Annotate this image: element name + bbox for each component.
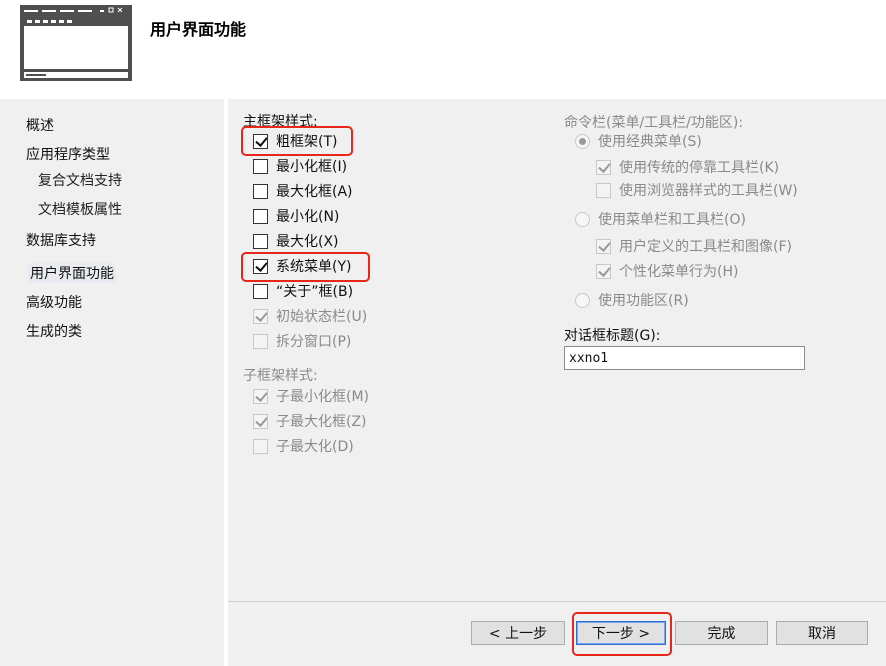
- dialog-title-label: 对话框标题(G):: [564, 328, 661, 344]
- window-app-icon: [20, 5, 132, 81]
- checkbox-label: 最大化(X): [276, 234, 339, 250]
- maximize-box-checkbox[interactable]: 最大化框(A): [253, 182, 353, 200]
- checkbox-label: 拆分窗口(P): [276, 334, 352, 350]
- checkbox-box: [253, 413, 268, 429]
- checkbox-box: [596, 159, 611, 175]
- maximized-checkbox[interactable]: 最大化(X): [253, 232, 339, 250]
- checkbox-box: [596, 182, 611, 198]
- radio-label: 使用功能区(R): [598, 293, 689, 309]
- initial-status-bar-checkbox: 初始状态栏(U): [253, 307, 367, 325]
- radio-label: 使用菜单栏和工具栏(O): [598, 212, 746, 228]
- finish-button[interactable]: 完成: [675, 621, 768, 645]
- checkbox-label: 最大化框(A): [276, 184, 353, 200]
- user-toolbar-images-checkbox: 用户定义的工具栏和图像(F): [596, 237, 792, 255]
- checkbox-label: 用户定义的工具栏和图像(F): [619, 239, 792, 255]
- split-window-checkbox: 拆分窗口(P): [253, 332, 351, 350]
- radio-label: 使用经典菜单(S): [598, 134, 702, 150]
- checkbox-label: 子最大化(D): [276, 439, 354, 455]
- child-maximized-checkbox: 子最大化(D): [253, 437, 354, 455]
- wizard-header: 用户界面功能: [0, 0, 886, 99]
- sidebar-item-doc-template[interactable]: 文档模板属性: [38, 199, 122, 219]
- back-button[interactable]: < 上一步: [471, 621, 565, 645]
- page-title: 用户界面功能: [150, 20, 247, 39]
- checkbox-label: 子最大化框(Z): [276, 414, 367, 430]
- ribbon-radio: 使用功能区(R): [575, 291, 689, 309]
- checkbox-box[interactable]: [253, 283, 268, 299]
- highlight-system-menu: [241, 252, 370, 282]
- command-bar-group-label: 命令栏(菜单/工具栏/功能区):: [564, 115, 744, 131]
- checkbox-label: 初始状态栏(U): [276, 309, 368, 325]
- radio-button: [575, 133, 590, 149]
- sidebar-item-compound-doc[interactable]: 复合文档支持: [38, 170, 122, 190]
- minimized-checkbox[interactable]: 最小化(N): [253, 207, 339, 225]
- sidebar-item-database[interactable]: 数据库支持: [26, 230, 96, 250]
- checkbox-label: 使用传统的停靠工具栏(K): [619, 160, 780, 176]
- checkbox-label: 最小化(N): [276, 209, 340, 225]
- child-minimize-box-checkbox: 子最小化框(M): [253, 387, 369, 405]
- checkbox-box: [253, 333, 268, 349]
- radio-button: [575, 211, 590, 227]
- minimize-box-checkbox[interactable]: 最小化框(I): [253, 157, 347, 175]
- menubar-toolbar-radio: 使用菜单栏和工具栏(O): [575, 210, 746, 228]
- checkbox-label: 最小化框(I): [276, 159, 348, 175]
- checkbox-box: [253, 388, 268, 404]
- checkbox-box[interactable]: [253, 208, 268, 224]
- checkbox-box[interactable]: [253, 233, 268, 249]
- checkbox-label: 个性化菜单行为(H): [619, 264, 739, 280]
- checkbox-box: [596, 238, 611, 254]
- checkbox-box: [253, 308, 268, 324]
- dialog-title-input[interactable]: [564, 346, 805, 370]
- radio-button: [575, 292, 590, 308]
- checkbox-box: [253, 438, 268, 454]
- docking-toolbar-checkbox: 使用传统的停靠工具栏(K): [596, 158, 779, 176]
- checkbox-label: 使用浏览器样式的工具栏(W): [619, 183, 798, 199]
- sidebar-item-generated-classes[interactable]: 生成的类: [26, 321, 82, 341]
- classic-menu-radio: 使用经典菜单(S): [575, 132, 702, 150]
- checkbox-box[interactable]: [253, 158, 268, 174]
- checkbox-label: 子最小化框(M): [276, 389, 370, 405]
- personalized-menu-checkbox: 个性化菜单行为(H): [596, 262, 738, 280]
- sidebar-item-app-type[interactable]: 应用程序类型: [26, 144, 110, 164]
- sidebar-item-overview[interactable]: 概述: [26, 115, 54, 135]
- cancel-button[interactable]: 取消: [776, 621, 868, 645]
- browser-toolbar-checkbox: 使用浏览器样式的工具栏(W): [596, 181, 798, 199]
- checkbox-label: “关于”框(B): [276, 284, 354, 300]
- sidebar-item-ui-features[interactable]: 用户界面功能: [28, 263, 116, 283]
- child-maximize-box-checkbox: 子最大化框(Z): [253, 412, 367, 430]
- child-frame-group-label: 子框架样式:: [243, 368, 318, 384]
- highlight-thick-frame: [241, 126, 353, 156]
- checkbox-box: [596, 263, 611, 279]
- highlight-next-button: [572, 612, 672, 656]
- checkbox-box[interactable]: [253, 183, 268, 199]
- about-box-checkbox[interactable]: “关于”框(B): [253, 282, 353, 300]
- sidebar-item-advanced[interactable]: 高级功能: [26, 292, 82, 312]
